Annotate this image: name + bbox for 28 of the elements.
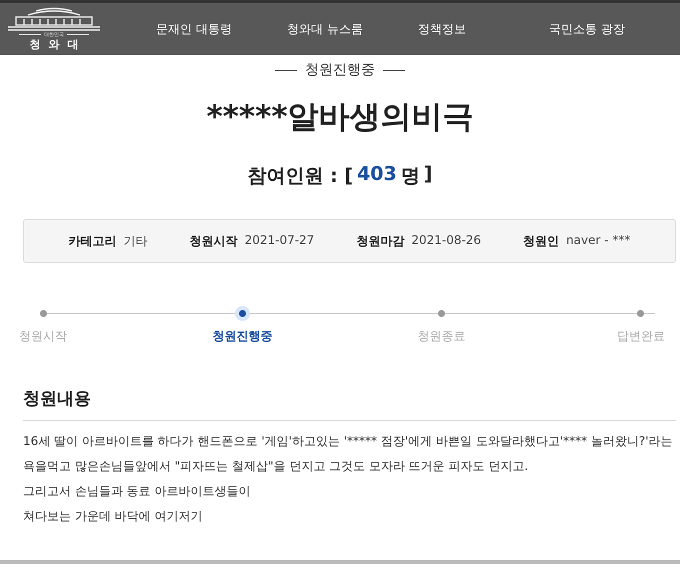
nav-link[interactable]: 국민소통 광장 xyxy=(549,20,680,38)
nav-link[interactable]: 정책정보 xyxy=(418,20,549,38)
paragraph: 16세 딸이 아르바이트를 하다가 핸드폰으로 '게임'하고있는 '***** 점장'에게 바쁜일 도와달라했다고'**** 놀러왔니?'라는 욕을먹고 많은손님들앞에서 "피자뜨는 철제삽"을 던지고 그것도 모자라 뜨거운 피자도 던지고. xyxy=(23,433,674,475)
bracket-text: ] xyxy=(424,163,432,187)
building-icon[interactable] xyxy=(6,7,102,31)
info-label: 청원마감 xyxy=(356,232,404,250)
step-label: 청원진행중 xyxy=(212,328,272,345)
info-label: 청원인 xyxy=(523,232,560,250)
petition-status: 청원진행중 xyxy=(305,61,375,79)
participants-label: 참여인원 : [ xyxy=(248,164,354,189)
info-value: naver - *** xyxy=(566,232,630,248)
nav-link[interactable]: 청와대 뉴스룸 xyxy=(287,20,418,38)
step-label: 청원종료 xyxy=(418,328,466,345)
step-label: 청원시작 xyxy=(19,328,67,345)
participant-count: 403 xyxy=(357,163,397,187)
section-heading: 청원내용 xyxy=(23,387,676,421)
info-value: 2021-08-26 xyxy=(411,232,482,248)
paragraph: 쳐다보는 가운데 바닥에 여기저기 xyxy=(23,508,204,525)
info-label: 청원시작 xyxy=(190,232,238,250)
nav-link[interactable]: 문재인 대통령 xyxy=(156,20,287,38)
participant-unit: 명 xyxy=(400,164,420,189)
petition-title: *****알바생의비극 xyxy=(205,98,475,137)
step-label: 답변완료 xyxy=(616,328,665,345)
logo-title[interactable]: 청와대 xyxy=(30,38,86,51)
paragraph: 그리고서 손님들과 동료 아르바이트생들이 xyxy=(23,483,252,500)
info-value: 기타 xyxy=(124,232,148,250)
info-label: 카테고리 xyxy=(68,232,117,250)
info-value: 2021-07-27 xyxy=(244,232,314,248)
